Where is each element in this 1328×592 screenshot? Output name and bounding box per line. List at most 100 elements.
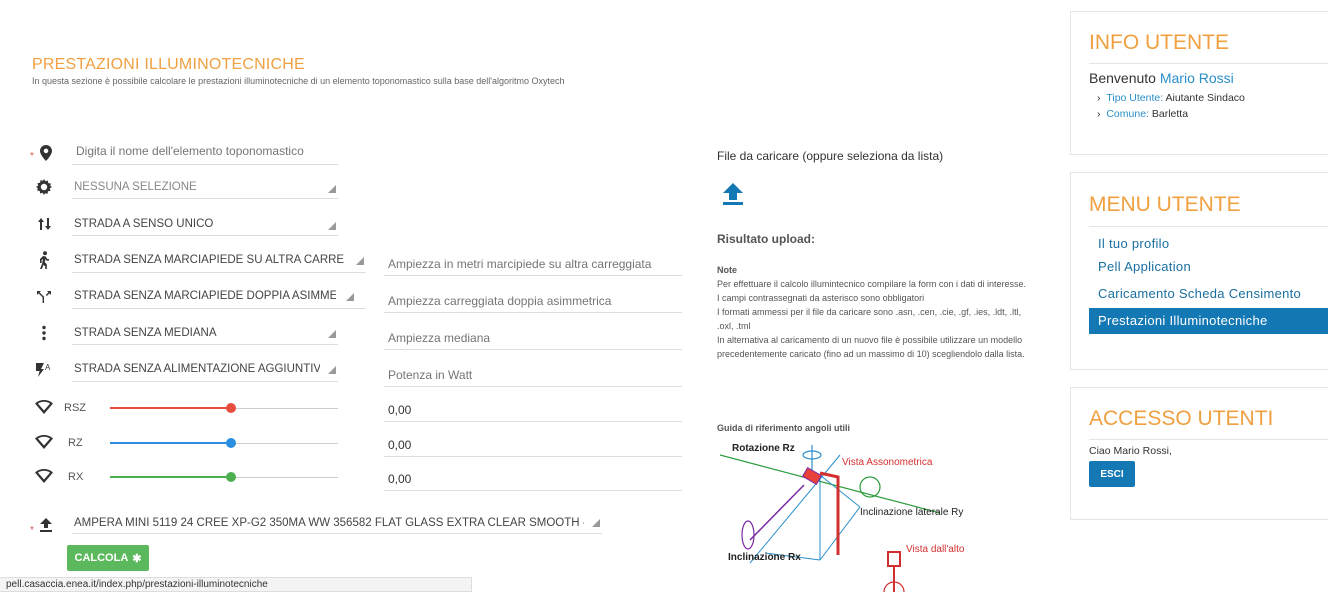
map-marker-icon: [36, 143, 56, 163]
chevron-right-icon: ›: [1097, 92, 1107, 104]
select-underline: [72, 308, 366, 309]
gear-icon: ✱: [132, 552, 142, 565]
chevron-down-icon: [328, 366, 336, 374]
select-underline: [72, 198, 338, 199]
chevron-down-icon: [328, 222, 336, 230]
input-underline: [384, 421, 682, 422]
chevron-down-icon: [328, 185, 336, 193]
slider-handle[interactable]: [225, 472, 236, 482]
input-underline: [384, 386, 682, 387]
notes-text: Per effettuare il calcolo illumintecnico…: [717, 279, 1026, 359]
diagram-label-rx: Inclinazione Rx: [728, 552, 801, 563]
svg-text:A: A: [45, 363, 51, 372]
slider-label: RX: [68, 471, 84, 483]
menu-item-pell-application[interactable]: Pell Application: [1071, 254, 1328, 281]
info-item-tipo: › Tipo Utente: Aiutante Sindaco: [1097, 92, 1328, 104]
chevron-down-icon: [356, 257, 364, 265]
menu-utente-title: MENU UTENTE: [1089, 193, 1241, 216]
luminaire-select[interactable]: AMPERA MINI 5119 24 CREE XP-G2 350MA WW …: [74, 517, 584, 529]
input-underline: [384, 312, 682, 313]
welcome-line: Benvenuto Mario Rossi: [1089, 70, 1328, 86]
slider-value-text: 0,00: [388, 403, 412, 417]
slider-value-text: 0,00: [388, 472, 412, 486]
logout-button[interactable]: ESCI: [1089, 461, 1135, 487]
chevron-down-icon: [346, 293, 354, 301]
menu-utente-panel: MENU UTENTE Il tuo profilo Pell Applicat…: [1070, 172, 1328, 370]
power-watt-input[interactable]: [388, 368, 678, 382]
greeting-text: Ciao Mario Rossi,: [1089, 445, 1172, 457]
input-underline: [384, 349, 682, 350]
chevron-down-icon: [592, 519, 600, 527]
asymmetric-width-input[interactable]: [388, 294, 678, 308]
toponym-underline: [72, 164, 338, 165]
accesso-utenti-panel: ACCESSO UTENTI Ciao Mario Rossi, ESCI: [1070, 387, 1328, 520]
calcola-button[interactable]: CALCOLA ✱: [67, 545, 149, 571]
upload-icon: [36, 515, 56, 535]
toponym-search-input[interactable]: [76, 144, 336, 158]
guide-title: Guida di riferimento angoli utili: [717, 423, 851, 433]
select-2[interactable]: STRADA A SENSO UNICO: [74, 218, 324, 230]
median-width-input[interactable]: [388, 331, 678, 345]
chevron-right-icon: ›: [1097, 108, 1107, 120]
slider-value-text: 0,00: [388, 438, 412, 452]
welcome-text: Benvenuto: [1089, 70, 1156, 86]
status-bar-url: pell.casaccia.enea.it/index.php/prestazi…: [0, 577, 472, 592]
gear-icon: [34, 177, 54, 197]
sidewalk-width-input[interactable]: [388, 257, 678, 271]
info-utente-panel: INFO UTENTE Benvenuto Mario Rossi › Tipo…: [1070, 11, 1328, 155]
upload-result-label: Risultato upload:: [717, 232, 815, 246]
select-4[interactable]: STRADA SENZA MARCIAPIEDE DOPPIA ASIMMET: [74, 290, 336, 302]
notes-title: Note: [717, 265, 737, 275]
power-flash-icon: A: [34, 360, 54, 380]
input-underline: [384, 456, 682, 457]
select-underline: [72, 344, 338, 345]
chevron-down-icon: [328, 330, 336, 338]
panel-divider: [1089, 63, 1328, 64]
input-underline: [384, 275, 682, 276]
required-marker: *: [30, 525, 34, 536]
upload-icon[interactable]: [723, 183, 743, 208]
menu-item-profilo[interactable]: Il tuo profilo: [1071, 227, 1328, 254]
info-key: Tipo Utente:: [1106, 92, 1164, 104]
select-6[interactable]: STRADA SENZA ALIMENTAZIONE AGGIUNTIVA: [74, 363, 320, 375]
diagram-label-top: Vista dall'alto: [906, 544, 965, 555]
wifi-icon: [34, 397, 54, 417]
slider-fill: [110, 442, 231, 444]
menu-item-caricamento[interactable]: Caricamento Scheda Censimento: [1071, 281, 1328, 308]
slider-label: RZ: [68, 437, 83, 449]
page-subtitle: In questa sezione è possibile calcolare …: [32, 76, 565, 86]
select-underline: [72, 533, 602, 534]
diagram-label-ry: Inclinazione laterale Ry: [860, 507, 963, 518]
select-1[interactable]: NESSUNA SELEZIONE: [74, 181, 324, 193]
calcola-label: CALCOLA: [74, 552, 129, 564]
required-marker: *: [30, 151, 34, 162]
select-5[interactable]: STRADA SENZA MEDIANA: [74, 327, 324, 339]
select-underline: [72, 381, 338, 382]
vertical-dots-icon: [34, 323, 54, 343]
menu-item-prestazioni[interactable]: Prestazioni Illuminotecniche: [1089, 308, 1328, 334]
select-3[interactable]: STRADA SENZA MARCIAPIEDE SU ALTRA CARREG…: [74, 254, 344, 266]
select-underline: [72, 272, 366, 273]
accesso-utenti-title: ACCESSO UTENTI: [1089, 407, 1274, 430]
slider-label: RSZ: [64, 402, 86, 414]
user-name-link[interactable]: Mario Rossi: [1160, 70, 1234, 86]
select-underline: [72, 235, 338, 236]
file-upload-label: File da caricare (oppure seleziona da li…: [717, 149, 944, 163]
info-value: Aiutante Sindaco: [1165, 92, 1245, 104]
info-utente-title: INFO UTENTE: [1089, 31, 1229, 54]
wifi-icon: [34, 466, 54, 486]
slider-fill: [110, 476, 231, 478]
slider-fill: [110, 407, 231, 409]
panel-divider: [1089, 439, 1328, 440]
info-item-comune: › Comune: Barletta: [1097, 108, 1328, 120]
slider-handle[interactable]: [225, 403, 236, 413]
input-underline: [384, 490, 682, 491]
info-value: Barletta: [1151, 108, 1189, 120]
page-title: PRESTAZIONI ILLUMINOTECNICHE: [32, 56, 305, 73]
wifi-icon: [34, 432, 54, 452]
diagram-label-axo: Vista Assonometrica: [842, 457, 933, 468]
split-arrows-icon: [34, 287, 54, 307]
slider-handle[interactable]: [225, 438, 236, 448]
diagram-label-rz: Rotazione Rz: [732, 443, 795, 454]
pedestrian-icon: [34, 250, 54, 270]
